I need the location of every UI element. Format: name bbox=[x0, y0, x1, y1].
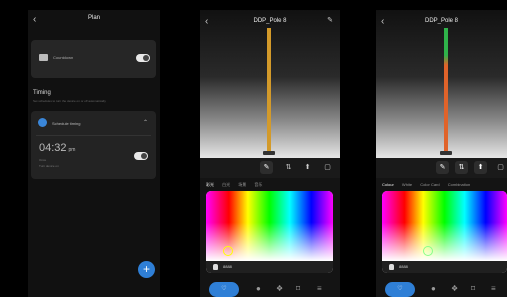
lamp-screen-cn: ‹ DDP_Pole 8 ✎ ✎ ⇅ ⬆ ▢ 彩光 白光 场景 音乐 8888 … bbox=[200, 10, 340, 297]
picker-handle[interactable] bbox=[223, 246, 233, 256]
tab-paint[interactable]: ✎ bbox=[260, 161, 273, 174]
mode-colour[interactable]: 彩光 bbox=[206, 182, 214, 187]
picker-handle[interactable] bbox=[423, 246, 433, 256]
mode-toolbar: ✎ ⇅ ⬆ ▢ bbox=[376, 158, 507, 178]
menu-nav-icon[interactable]: ≡ bbox=[317, 284, 322, 293]
color-info-bar: 8888 bbox=[382, 261, 507, 273]
countdown-label: Countdown bbox=[53, 55, 74, 60]
lamp-preview: ‹ DDP_Pole 8 bbox=[376, 10, 507, 158]
color-spectrum[interactable] bbox=[382, 191, 507, 261]
tab-more[interactable]: ▢ bbox=[321, 161, 334, 174]
bulb-icon bbox=[389, 264, 394, 270]
bulb-icon bbox=[213, 264, 218, 270]
time-unit: pm bbox=[68, 147, 76, 153]
color-value: 8888 bbox=[399, 264, 408, 269]
schedule-card: Schedule timing ⌃ 04:32 pm Once Turn devi… bbox=[31, 111, 156, 179]
header: ‹ Plan bbox=[28, 10, 160, 32]
bottom-nav: ♡ ● ❖ ⌑ ≡ bbox=[376, 279, 507, 297]
schedule-icon bbox=[38, 118, 47, 127]
tab-more[interactable]: ▢ bbox=[494, 161, 507, 174]
countdown-toggle[interactable] bbox=[136, 54, 150, 62]
scene-nav-icon[interactable]: ❖ bbox=[451, 284, 458, 293]
color-value: 8888 bbox=[223, 264, 232, 269]
schedule-toggle[interactable] bbox=[134, 152, 148, 160]
lamp-preview: ‹ DDP_Pole 8 ✎ bbox=[200, 10, 340, 158]
mode-combination[interactable]: Combination bbox=[448, 182, 470, 187]
bulb-nav-icon[interactable]: ● bbox=[256, 284, 261, 293]
timer-nav-icon[interactable]: ⌑ bbox=[471, 284, 475, 293]
action-text: Turn device on bbox=[39, 164, 59, 168]
schedule-label: Schedule timing bbox=[52, 121, 81, 126]
timing-subtitle: Set schedules to turn the device on or o… bbox=[33, 99, 106, 103]
lamp-pole bbox=[444, 28, 448, 152]
edit-icon[interactable]: ✎ bbox=[327, 16, 333, 24]
tab-adjust[interactable]: ⇅ bbox=[455, 161, 468, 174]
time-value: 04:32 bbox=[39, 142, 67, 154]
color-picker[interactable]: 8888 bbox=[206, 191, 333, 273]
bulb-nav-icon[interactable]: ● bbox=[431, 284, 436, 293]
schedule-time[interactable]: 04:32 pm bbox=[39, 142, 75, 154]
timing-title: Timing bbox=[33, 90, 51, 96]
tab-upload[interactable]: ⬆ bbox=[474, 161, 487, 174]
lamp-base bbox=[263, 151, 275, 155]
timer-nav-icon[interactable]: ⌑ bbox=[296, 284, 300, 293]
tab-adjust[interactable]: ⇅ bbox=[282, 161, 295, 174]
repeat-text: Once bbox=[39, 158, 47, 162]
device-title: DDP_Pole 8 bbox=[424, 18, 459, 24]
countdown-card: Countdown bbox=[31, 40, 156, 78]
mode-scene[interactable]: 场景 bbox=[238, 182, 246, 187]
lamp-screen-en: ‹ DDP_Pole 8 ✎ ⇅ ⬆ ▢ Colour White Color … bbox=[376, 10, 507, 297]
mode-music[interactable]: 音乐 bbox=[254, 182, 262, 187]
color-mode-tabs: Colour White Color Card Combination bbox=[382, 182, 477, 187]
tab-paint[interactable]: ✎ bbox=[436, 161, 449, 174]
add-button[interactable]: + bbox=[138, 261, 155, 278]
chevron-up-icon[interactable]: ⌃ bbox=[143, 119, 148, 126]
menu-nav-icon[interactable]: ≡ bbox=[491, 284, 496, 293]
page-title: Plan bbox=[87, 15, 100, 21]
mode-white[interactable]: 白光 bbox=[222, 182, 230, 187]
bottom-nav: ♡ ● ❖ ⌑ ≡ bbox=[200, 279, 340, 297]
mode-toolbar: ✎ ⇅ ⬆ ▢ bbox=[200, 158, 340, 178]
color-info-bar: 8888 bbox=[206, 261, 333, 273]
color-mode-tabs: 彩光 白光 场景 音乐 bbox=[206, 182, 269, 188]
tab-upload[interactable]: ⬆ bbox=[301, 161, 314, 174]
lamp-base bbox=[440, 151, 452, 155]
color-picker[interactable]: 8888 bbox=[382, 191, 507, 273]
plan-screen: ‹ Plan Countdown Timing Set schedules to… bbox=[28, 10, 160, 297]
scene-nav-icon[interactable]: ❖ bbox=[276, 284, 283, 293]
mode-color-card[interactable]: Color Card bbox=[420, 182, 439, 187]
favorite-button[interactable]: ♡ bbox=[209, 282, 239, 297]
device-title: DDP_Pole 8 bbox=[253, 18, 287, 24]
mode-colour[interactable]: Colour bbox=[382, 182, 394, 187]
favorite-button[interactable]: ♡ bbox=[385, 282, 415, 297]
lamp-pole bbox=[267, 28, 271, 152]
divider bbox=[36, 135, 151, 136]
countdown-icon bbox=[39, 54, 48, 61]
mode-white[interactable]: White bbox=[402, 182, 412, 187]
